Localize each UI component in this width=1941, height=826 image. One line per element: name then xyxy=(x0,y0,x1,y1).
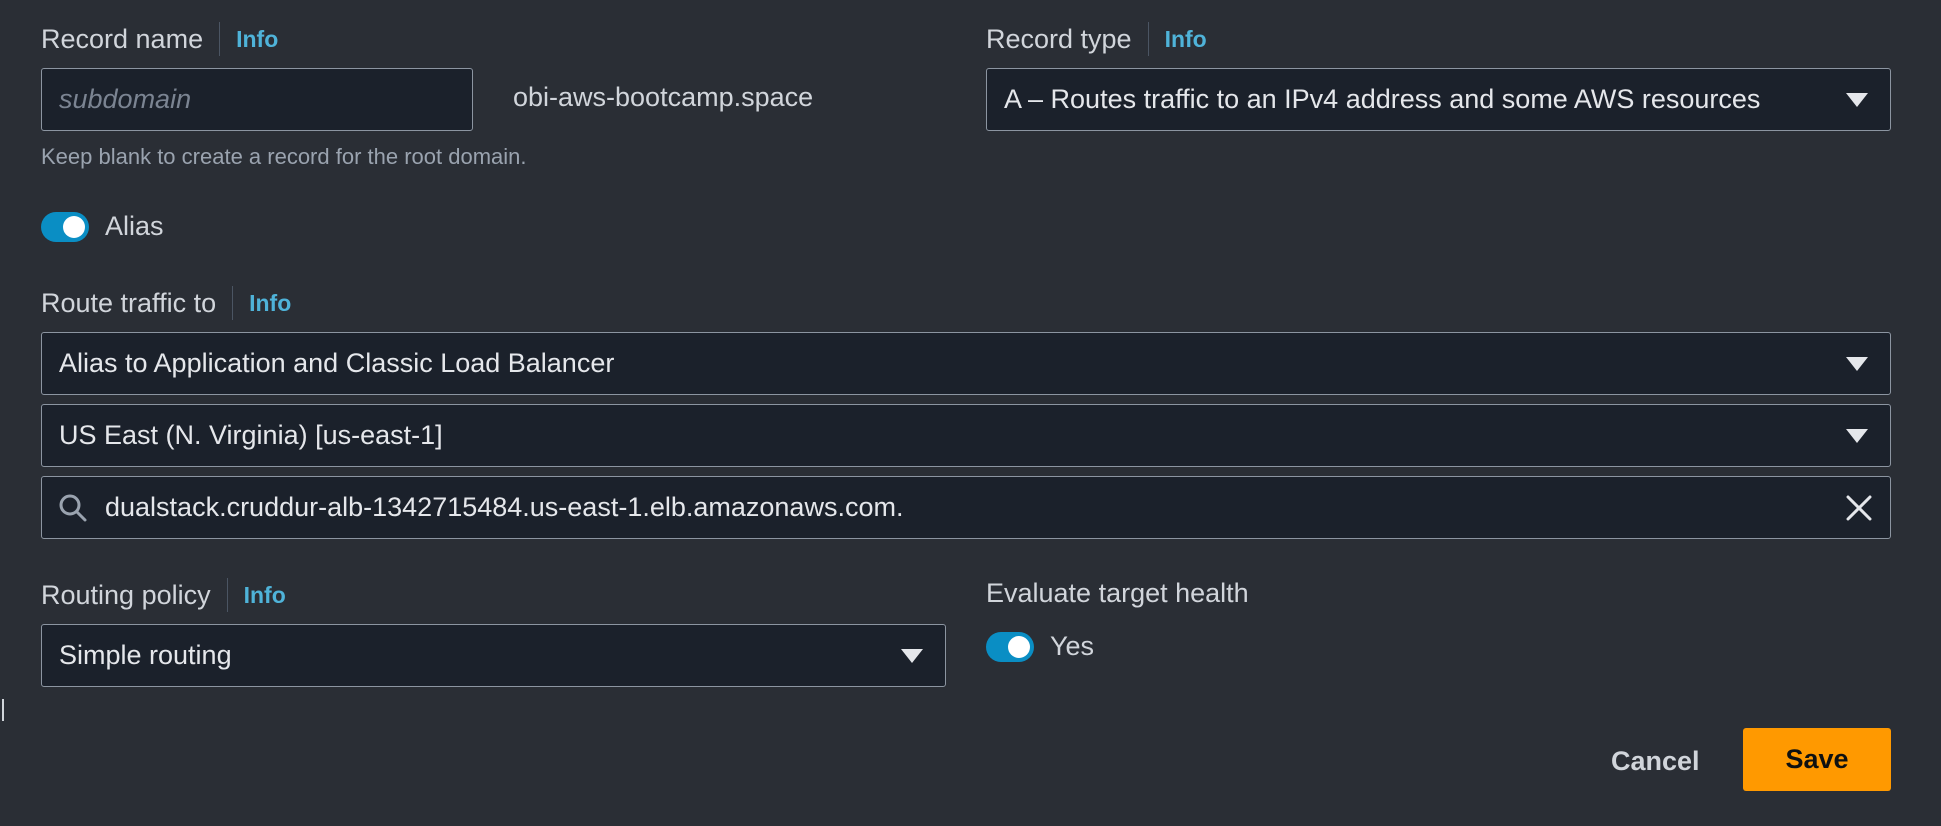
caret-down-icon xyxy=(1846,428,1868,443)
evaluate-health-toggle-label: Yes xyxy=(1050,631,1095,661)
cancel-button[interactable]: Cancel xyxy=(1611,744,1700,779)
evaluate-health-toggle-row: Yes xyxy=(986,631,1094,662)
region-value: US East (N. Virginia) [us-east-1] xyxy=(59,420,443,450)
record-name-label-row: Record name Info xyxy=(41,19,278,59)
routing-policy-label-row: Routing policy Info xyxy=(41,575,286,615)
record-type-select[interactable]: A – Routes traffic to an IPv4 address an… xyxy=(986,68,1891,131)
region-select[interactable]: US East (N. Virginia) [us-east-1] xyxy=(41,404,1891,467)
divider xyxy=(232,286,234,320)
record-type-value: A – Routes traffic to an IPv4 address an… xyxy=(1004,84,1761,114)
alias-toggle-row: Alias xyxy=(41,211,164,242)
load-balancer-search-input[interactable]: dualstack.cruddur-alb-1342715484.us-east… xyxy=(41,476,1891,539)
alias-toggle[interactable] xyxy=(41,211,89,242)
load-balancer-value: dualstack.cruddur-alb-1342715484.us-east… xyxy=(105,492,904,522)
record-type-label: Record type xyxy=(986,23,1132,54)
caret-down-icon xyxy=(901,648,923,663)
record-type-label-row: Record type Info xyxy=(986,19,1207,59)
save-button[interactable]: Save xyxy=(1743,728,1891,791)
domain-suffix: obi-aws-bootcamp.space xyxy=(513,82,814,112)
toggle-knob xyxy=(1008,635,1030,658)
record-name-placeholder: subdomain xyxy=(59,84,192,114)
routing-policy-info-link[interactable]: Info xyxy=(244,582,286,609)
routing-policy-label: Routing policy xyxy=(41,579,211,610)
record-type-info-link[interactable]: Info xyxy=(1165,26,1207,53)
endpoint-type-value: Alias to Application and Classic Load Ba… xyxy=(59,348,615,378)
divider xyxy=(219,22,221,56)
divider xyxy=(1147,22,1149,56)
routing-policy-select[interactable]: Simple routing xyxy=(41,624,946,687)
route-traffic-label-row: Route traffic to Info xyxy=(41,283,291,323)
alias-label: Alias xyxy=(105,211,164,241)
clear-icon[interactable] xyxy=(1845,494,1873,522)
endpoint-type-select[interactable]: Alias to Application and Classic Load Ba… xyxy=(41,332,1891,395)
evaluate-health-toggle[interactable] xyxy=(986,631,1034,662)
evaluate-health-label: Evaluate target health xyxy=(986,578,1249,608)
caret-down-icon xyxy=(1846,356,1868,371)
record-name-input[interactable]: subdomain xyxy=(41,68,473,131)
search-icon xyxy=(59,494,87,521)
text-cursor xyxy=(2,699,4,721)
routing-policy-value: Simple routing xyxy=(59,640,232,670)
route-traffic-info-link[interactable]: Info xyxy=(249,290,291,317)
caret-down-icon xyxy=(1846,92,1868,107)
toggle-knob xyxy=(63,215,85,238)
record-name-hint: Keep blank to create a record for the ro… xyxy=(41,144,527,169)
record-name-label: Record name xyxy=(41,23,204,54)
route-traffic-label: Route traffic to xyxy=(41,287,217,318)
divider xyxy=(226,578,228,612)
record-name-info-link[interactable]: Info xyxy=(236,26,278,53)
